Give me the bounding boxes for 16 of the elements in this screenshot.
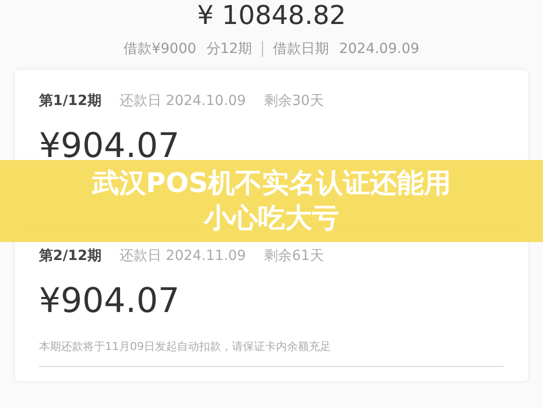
loan-date: 2024.09.09 [339, 41, 420, 57]
loan-date-label: 借款日期 [273, 40, 330, 58]
due-date: 还款日 2024.11.09 [119, 247, 246, 265]
period-count: 分12期 [206, 40, 252, 58]
installment-amount: ¥904.07 [39, 280, 181, 323]
days-remaining: 剩余61天 [264, 247, 324, 265]
period-label: 第2/12期 [39, 247, 102, 265]
installment-amount: ¥904.07 [39, 125, 181, 168]
loan-amount: 借款¥9000 [124, 40, 196, 58]
total-amount: ¥ 10848.82 [196, 0, 347, 32]
due-date: 还款日 2024.10.09 [119, 92, 246, 110]
days-remaining: 剩余30天 [264, 92, 324, 110]
headline-line: 小心吃大亏 [204, 202, 339, 236]
autopay-note: 本期还款将于11月09日发起自动扣款，请保证卡内余额充足 [39, 339, 504, 367]
period-label: 第1/12期 [39, 92, 102, 110]
headline-line: 武汉POS机不实名认证还能用 [92, 167, 452, 201]
